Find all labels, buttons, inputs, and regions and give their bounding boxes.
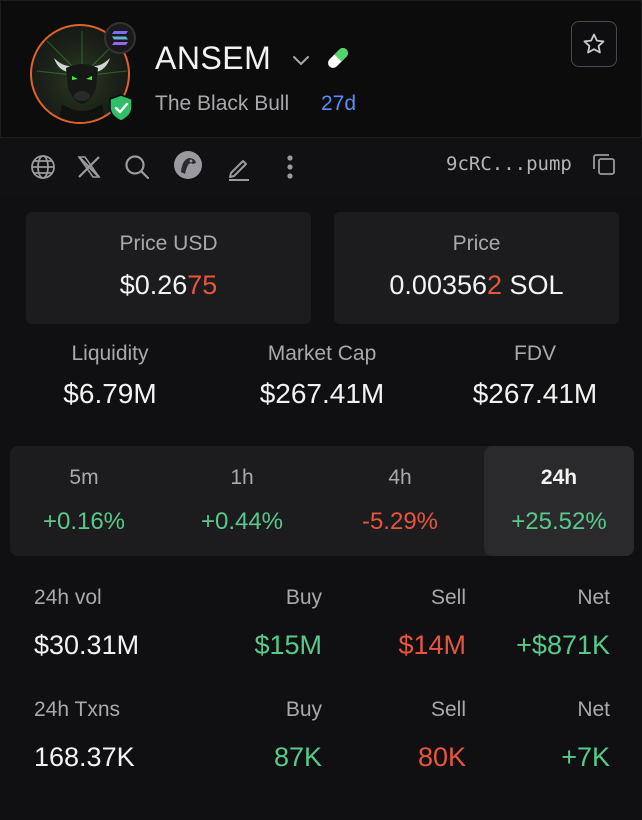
- token-avatar[interactable]: [30, 22, 136, 124]
- stat-liquidity: Liquidity $6.79M: [63, 342, 157, 409]
- volume-value: $30.31M: [34, 630, 140, 660]
- price-usd-card: Price USD $0.2675: [26, 212, 311, 324]
- pill-icon[interactable]: [324, 44, 352, 77]
- price-native-card: Price 0.003562 SOL: [334, 212, 619, 324]
- watchlist-button[interactable]: [571, 21, 617, 67]
- copy-icon[interactable]: [590, 150, 618, 183]
- chevron-down-icon[interactable]: [291, 54, 311, 73]
- stat-fdv: FDV $267.41M: [472, 342, 598, 409]
- volume-buy-label: Buy: [285, 586, 322, 609]
- volume-sell-value: $14M: [398, 630, 466, 660]
- volume-sell-label: Sell: [430, 586, 466, 609]
- txns-sell-label: Sell: [430, 698, 466, 721]
- token-address[interactable]: 9cRC...pump: [446, 153, 572, 175]
- token-symbol: ANSEM: [155, 40, 272, 76]
- search-icon[interactable]: [121, 151, 153, 183]
- price-native-value: 0.003562 SOL: [389, 270, 564, 300]
- txns-label: 24h Txns: [34, 698, 120, 721]
- volume-net-label: Net: [577, 586, 610, 609]
- volume-net-value: +$871K: [516, 630, 610, 660]
- eagle-icon[interactable]: [172, 149, 204, 181]
- more-icon[interactable]: [274, 151, 306, 183]
- price-native-label: Price: [452, 232, 501, 255]
- price-usd-label: Price USD: [119, 232, 218, 255]
- tab-1h[interactable]: 1h +0.44%: [168, 446, 316, 556]
- txns-buy-label: Buy: [285, 698, 322, 721]
- token-name: The Black Bull: [155, 92, 290, 115]
- solana-icon: [104, 22, 136, 54]
- stat-market-cap: Market Cap $267.41M: [259, 342, 385, 409]
- x-icon[interactable]: [73, 151, 105, 183]
- star-icon: [583, 33, 605, 54]
- tab-4h[interactable]: 4h -5.29%: [326, 446, 474, 556]
- txns-net-label: Net: [577, 698, 610, 721]
- edit-icon[interactable]: [223, 151, 255, 183]
- volume-buy-value: $15M: [254, 630, 322, 660]
- tab-24h[interactable]: 24h +25.52%: [484, 446, 634, 556]
- price-usd-value: $0.2675: [119, 270, 218, 300]
- volume-label: 24h vol: [34, 586, 102, 609]
- globe-icon[interactable]: [27, 151, 59, 183]
- txns-sell-value: 80K: [417, 742, 466, 772]
- txns-net-value: +7K: [561, 742, 610, 772]
- txns-value: 168.37K: [34, 742, 135, 772]
- timeframe-selector: 5m +0.16% 1h +0.44% 4h -5.29% 24h +25.52…: [10, 446, 634, 556]
- token-age: 27d: [321, 92, 357, 115]
- verified-shield-icon: [108, 94, 134, 122]
- tab-5m[interactable]: 5m +0.16%: [10, 446, 158, 556]
- txns-buy-value: 87K: [273, 742, 322, 772]
